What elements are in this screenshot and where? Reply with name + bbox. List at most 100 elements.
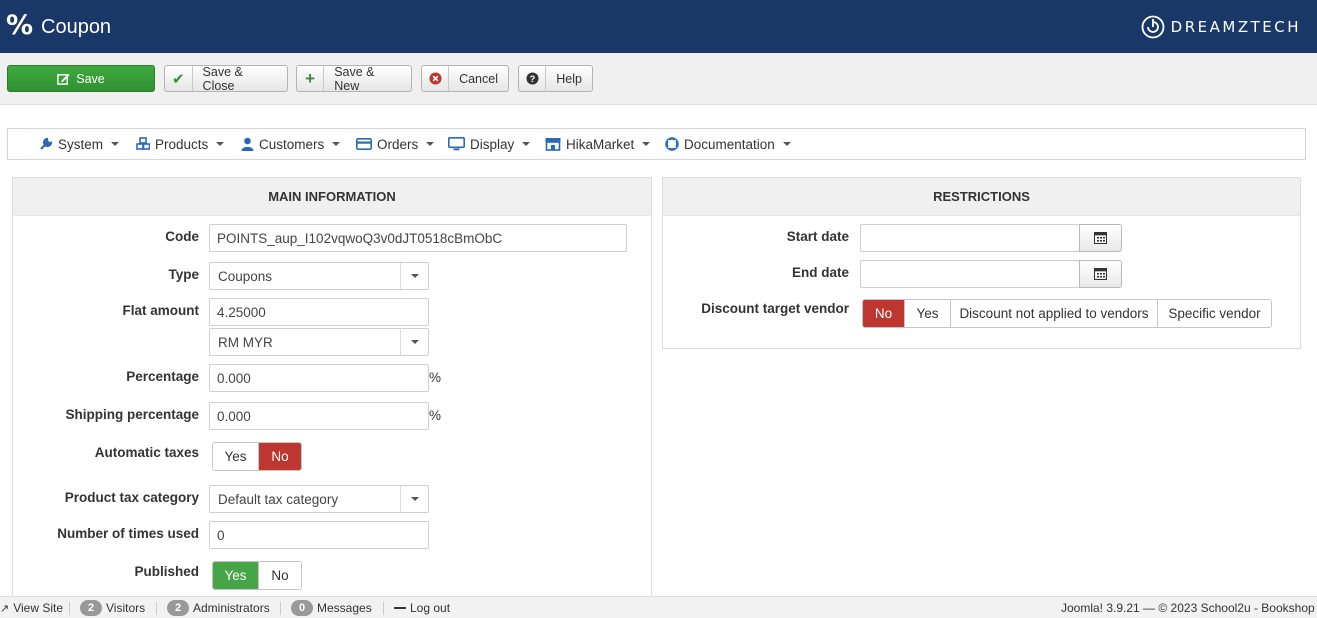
messages-link[interactable]: 0 Messages [291, 597, 372, 618]
menu-display[interactable]: Display [448, 129, 531, 159]
chevron-down-icon [400, 329, 428, 355]
vendor-option-specific[interactable]: Specific vendor [1158, 300, 1271, 327]
code-input[interactable]: POINTS_aup_I102vqwoQ3v0dJT0518cBmObC [209, 224, 627, 252]
published-yes[interactable]: Yes [213, 562, 259, 589]
external-link-icon: ↗ [0, 602, 10, 615]
cancel-button[interactable]: Cancel [421, 65, 509, 92]
automatic-taxes-label: Automatic taxes [94, 445, 199, 460]
save-close-button[interactable]: ✔ Save & Close [164, 65, 288, 93]
chevron-down-icon [426, 142, 435, 146]
status-separator [69, 602, 70, 615]
percentage-input[interactable]: 0.000 [209, 364, 429, 392]
menu-documentation[interactable]: Documentation [665, 129, 791, 159]
end-date-input[interactable] [860, 260, 1080, 288]
status-bar: ↗ View Site 2 Visitors 2 Administrators … [0, 596, 1317, 618]
type-select[interactable]: Coupons [209, 262, 429, 290]
percent-suffix: % [429, 370, 442, 385]
menu-products-label: Products [155, 136, 209, 152]
store-icon [545, 137, 561, 151]
discount-target-vendor-label: Discount target vendor [701, 301, 849, 316]
plus-icon: + [297, 66, 325, 91]
save-new-label: Save & New [334, 64, 375, 93]
menu-products[interactable]: Products [136, 129, 225, 159]
administrators-label: Administrators [193, 601, 270, 615]
vendor-option-not-applied[interactable]: Discount not applied to vendors [951, 300, 1158, 327]
brand-logo[interactable]: DREAMZTECH [1141, 14, 1301, 40]
life-ring-icon [665, 137, 679, 151]
currency-select[interactable]: RM MYR [209, 328, 429, 356]
status-separator [383, 602, 384, 615]
minus-icon [394, 607, 406, 609]
start-date-input[interactable] [860, 224, 1080, 252]
check-icon: ✔ [165, 66, 193, 91]
administrators-link[interactable]: 2 Administrators [167, 597, 270, 618]
automatic-taxes-no[interactable]: No [259, 443, 301, 470]
percent-icon: % [6, 10, 34, 41]
product-tax-category-select[interactable]: Default tax category [209, 485, 429, 513]
menu-customers-label: Customers [259, 136, 325, 152]
svg-text:?: ? [529, 74, 535, 84]
view-site-link[interactable]: ↗ View Site [0, 597, 63, 618]
published-no[interactable]: No [259, 562, 301, 589]
status-separator [156, 602, 157, 615]
type-label: Type [168, 267, 199, 282]
brand-name: DREAMZTECH [1170, 18, 1301, 36]
product-tax-category-label: Product tax category [64, 490, 199, 505]
menu-hikamarket[interactable]: HikaMarket [545, 129, 651, 159]
edit-icon [57, 66, 70, 91]
menu-orders[interactable]: Orders [356, 129, 435, 159]
save-button-label: Save [76, 71, 105, 86]
start-date-calendar-button[interactable] [1079, 224, 1122, 252]
start-date-label: Start date [786, 229, 849, 244]
visitors-label: Visitors [106, 601, 146, 615]
help-label: Help [556, 71, 582, 86]
status-separator [280, 602, 281, 615]
discount-target-vendor-toggle: No Yes Discount not applied to vendors S… [862, 299, 1272, 328]
shipping-percentage-input[interactable]: 0.000 [209, 402, 429, 430]
toolbar: Save ✔ Save & Close + Save & New Cancel … [0, 53, 1317, 105]
published-toggle: Yes No [212, 561, 302, 590]
cancel-label: Cancel [459, 71, 498, 86]
chevron-down-icon [400, 486, 428, 512]
logout-link[interactable]: Log out [394, 597, 450, 618]
question-icon: ? [519, 66, 547, 91]
chevron-down-icon [332, 142, 341, 146]
menu-system[interactable]: System [39, 129, 120, 159]
cubes-icon [136, 137, 150, 151]
end-date-calendar-button[interactable] [1079, 260, 1122, 288]
app-header: % Coupon DREAMZTECH [0, 0, 1317, 53]
component-menu: System Products Customers Orders Display… [7, 128, 1306, 160]
menu-display-label: Display [470, 136, 515, 152]
times-used-label: Number of times used [57, 526, 199, 541]
vendor-option-yes[interactable]: Yes [905, 300, 951, 327]
automatic-taxes-yes[interactable]: Yes [213, 443, 259, 470]
flat-amount-input[interactable]: 4.25000 [209, 298, 429, 326]
messages-label: Messages [317, 601, 372, 615]
help-button[interactable]: ? Help [518, 65, 593, 92]
chevron-down-icon [216, 142, 225, 146]
menu-customers[interactable]: Customers [241, 129, 341, 159]
view-site-label: View Site [13, 601, 64, 615]
user-icon [241, 137, 254, 151]
visitors-link[interactable]: 2 Visitors [80, 597, 145, 618]
currency-select-value: RM MYR [218, 334, 273, 350]
menu-system-label: System [58, 136, 104, 152]
brand-logo-icon [1141, 15, 1165, 39]
flat-amount-label: Flat amount [122, 303, 200, 318]
save-button[interactable]: Save [7, 65, 155, 92]
messages-count-badge: 0 [291, 600, 313, 616]
administrators-count-badge: 2 [167, 600, 189, 616]
chevron-down-icon [522, 142, 531, 146]
save-new-button[interactable]: + Save & New [296, 64, 412, 93]
vendor-option-no[interactable]: No [863, 300, 905, 327]
times-used-input[interactable]: 0 [209, 521, 429, 549]
credit-card-icon [356, 138, 372, 150]
type-select-value: Coupons [218, 268, 273, 284]
shipping-percentage-label: Shipping percentage [65, 407, 199, 422]
wrench-icon [39, 137, 53, 151]
published-label: Published [134, 564, 199, 579]
chevron-down-icon [400, 263, 428, 289]
percentage-label: Percentage [126, 369, 199, 384]
restrictions-panel: RESTRICTIONS Start date End date Discoun… [662, 177, 1301, 349]
chevron-down-icon [111, 142, 120, 146]
